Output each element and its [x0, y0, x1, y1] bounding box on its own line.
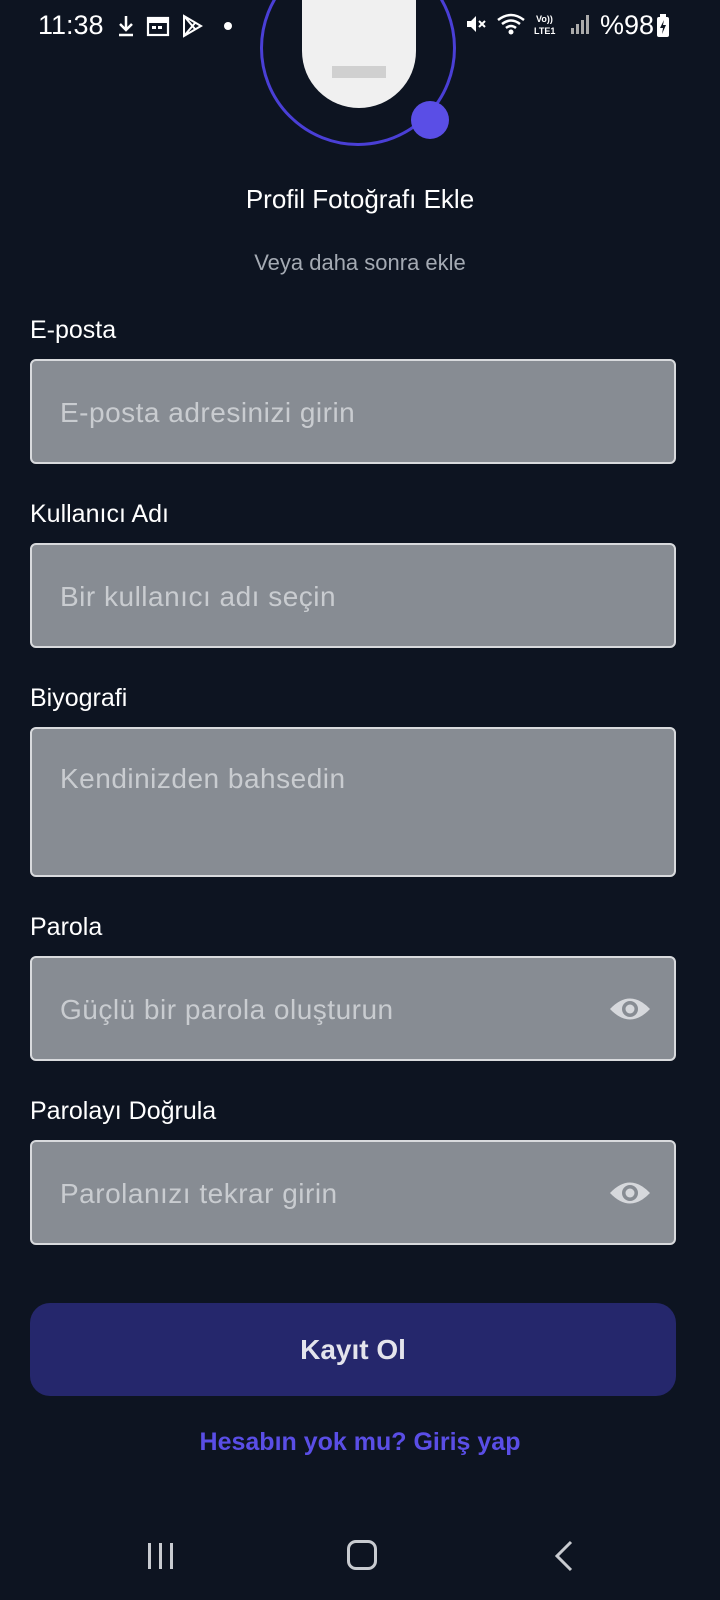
- svg-text:Vo)): Vo)): [536, 14, 553, 24]
- profile-photo-picker[interactable]: [260, 0, 460, 152]
- confirm-password-label: Parolayı Doğrula: [30, 1097, 217, 1125]
- download-icon: [119, 16, 133, 37]
- avatar-placeholder-icon: [332, 66, 386, 78]
- username-field-box[interactable]: [30, 543, 676, 648]
- eye-icon[interactable]: [608, 994, 652, 1024]
- email-field[interactable]: [60, 395, 584, 431]
- eye-icon[interactable]: [608, 1178, 652, 1208]
- email-label: E-posta: [30, 316, 117, 344]
- battery-percent: %98: [599, 10, 654, 40]
- volte-lte-icon: Vo)) LTE1: [534, 14, 555, 36]
- password-label: Parola: [30, 913, 103, 941]
- password-field-box[interactable]: [30, 956, 676, 1061]
- status-right-icons: Vo)) LTE1: [464, 12, 590, 36]
- status-left-icons: [116, 14, 232, 38]
- bio-field-box[interactable]: [30, 727, 676, 877]
- wifi-icon: [497, 13, 525, 35]
- register-button[interactable]: Kayıt Ol: [30, 1303, 676, 1396]
- confirm-password-field-box[interactable]: [30, 1140, 676, 1245]
- password-field[interactable]: [60, 992, 584, 1028]
- status-time: 11:38: [38, 10, 104, 40]
- confirm-password-field[interactable]: [60, 1176, 584, 1212]
- add-later-label[interactable]: Veya daha sonra ekle: [0, 250, 720, 276]
- add-photo-label[interactable]: Profil Fotoğrafı Ekle: [0, 184, 720, 215]
- svg-text:LTE1: LTE1: [534, 26, 555, 36]
- email-field-box[interactable]: [30, 359, 676, 464]
- back-icon[interactable]: [554, 1540, 574, 1572]
- username-label: Kullanıcı Adı: [30, 500, 169, 528]
- notification-dot-icon: [224, 22, 232, 30]
- bio-field[interactable]: [60, 763, 584, 853]
- home-icon[interactable]: [347, 1540, 377, 1570]
- calendar-icon: [146, 16, 170, 37]
- username-field[interactable]: [60, 579, 584, 615]
- camera-icon[interactable]: [411, 101, 449, 139]
- login-link[interactable]: Hesabın yok mu? Giriş yap: [0, 1428, 720, 1457]
- bio-label: Biyografi: [30, 684, 128, 712]
- recent-apps-icon[interactable]: [146, 1542, 176, 1570]
- signal-icon: [571, 15, 589, 34]
- mute-icon: [467, 16, 486, 32]
- battery-charging-icon: [657, 14, 669, 37]
- play-store-icon: [183, 14, 203, 38]
